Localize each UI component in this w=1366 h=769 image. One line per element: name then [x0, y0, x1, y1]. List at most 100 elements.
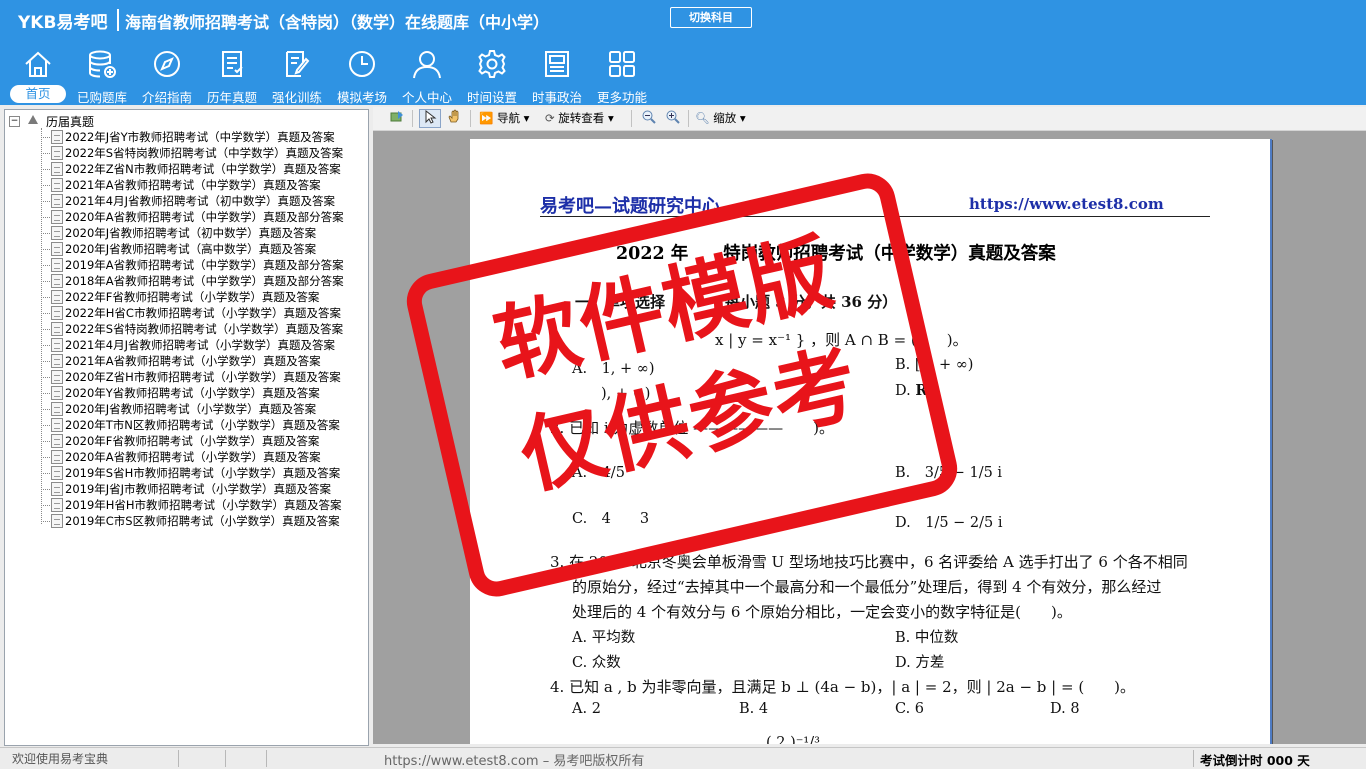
document-file-icon — [51, 434, 63, 448]
tree-connector — [41, 169, 50, 170]
nav-home-label: 首页 — [10, 85, 66, 103]
tree-item-label: 2021年A省教师招聘考试（中学数学）真题及答案 — [65, 178, 321, 192]
document-file-icon — [51, 274, 63, 288]
tree-item-label: 2019年S省H市教师招聘考试（小学数学）真题及答案 — [65, 466, 341, 480]
chevron-down-icon: ▾ — [607, 111, 614, 125]
tree-item-label: 2022年S省特岗教师招聘考试（中学数学）真题及答案 — [65, 146, 344, 160]
question-3-line-2: 的原始分，经过“去掉其中一个最高分和一个最低分”处理后，得到 4 个有效分，那么… — [572, 578, 1162, 596]
home-icon — [7, 48, 69, 84]
question-4-option-a: A. 2 — [572, 701, 601, 717]
document-file-icon — [51, 402, 63, 416]
chevron-down-icon: ▾ — [739, 111, 746, 125]
nav-intensive-training[interactable]: 强化训练 — [266, 48, 328, 105]
tree-connector — [41, 441, 50, 442]
nav-guide[interactable]: 介绍指南 — [136, 48, 198, 105]
zoom-in-icon[interactable] — [663, 109, 683, 128]
nav-more-functions-label: 更多功能 — [596, 90, 647, 105]
zoom-menu[interactable]: 🔍︎ 缩放 ▾ — [695, 109, 746, 128]
nav-personal-center[interactable]: 个人中心 — [396, 48, 458, 105]
switch-subject-button[interactable]: 切换科目 — [670, 7, 752, 28]
status-divider — [225, 750, 226, 767]
tree-item-label: 2019年H省H市教师招聘考试（小学数学）真题及答案 — [65, 498, 342, 512]
tree-item-label: 2020年A省教师招聘考试（小学数学）真题及答案 — [65, 450, 321, 464]
question-5-fragment: ( 2 )⁻¹/³ — [766, 735, 820, 744]
tree-connector — [41, 409, 50, 410]
tree-item-label: 2022年J省Y市教师招聘考试（中学数学）真题及答案 — [65, 130, 335, 144]
tree-item-label: 2022年F省教师招聘考试（小学数学）真题及答案 — [65, 290, 320, 304]
magnifier-icon: 🔍︎ — [695, 111, 710, 125]
document-file-icon — [51, 466, 63, 480]
rotate-icon: ⟳ — [545, 111, 555, 125]
export-icon[interactable] — [387, 109, 407, 128]
zoom-out-icon[interactable] — [639, 109, 659, 128]
tree-item-label: 2020年J省教师招聘考试（初中数学）真题及答案 — [65, 226, 317, 240]
hand-pan-icon[interactable] — [444, 109, 464, 128]
tree-item-label: 2021年4月J省教师招聘考试（初中数学）真题及答案 — [65, 194, 335, 208]
nav-time-settings-label: 时间设置 — [466, 90, 517, 105]
nav-current-affairs[interactable]: 时事政治 — [526, 48, 588, 105]
document-file-icon — [51, 194, 63, 208]
tree-item-label: 2020年J省教师招聘考试（小学数学）真题及答案 — [65, 402, 317, 416]
tree-guide-line — [41, 128, 42, 524]
tree-item-label: 2018年A省教师招聘考试（中学数学）真题及部分答案 — [65, 274, 344, 288]
paper-tree-panel: − 历届真题 2022年J省Y市教师招聘考试（中学数学）真题及答案 2022年S省… — [4, 109, 369, 746]
tree-item-label: 2022年Z省N市教师招聘考试（中学数学）真题及答案 — [65, 162, 341, 176]
nav-mock-exam[interactable]: 模拟考场 — [331, 48, 393, 105]
status-copyright: https://www.etest8.com – 易考吧版权所有 — [384, 754, 645, 769]
nav-time-settings[interactable]: 时间设置 — [461, 48, 523, 105]
tree-connector — [41, 281, 50, 282]
document-file-icon — [51, 354, 63, 368]
tree-root-label: 历届真题 — [46, 115, 95, 129]
nav-past-papers[interactable]: 历年真题 — [201, 48, 263, 105]
question-3-option-b: B. 中位数 — [895, 630, 959, 646]
document-file-icon — [51, 226, 63, 240]
document-file-icon — [51, 146, 63, 160]
status-welcome: 欢迎使用易考宝典 — [12, 752, 109, 766]
tree-connector — [41, 329, 50, 330]
navigate-icon: ⏩ — [479, 111, 494, 125]
navigate-menu[interactable]: ⏩ 导航 ▾ — [479, 109, 529, 128]
app-logo: YKB易考吧 — [18, 13, 108, 33]
edit-icon — [266, 48, 328, 84]
document-file-icon — [51, 370, 63, 384]
status-divider — [266, 750, 267, 767]
nav-more-functions[interactable]: 更多功能 — [591, 48, 653, 105]
document-file-icon — [51, 178, 63, 192]
toolbar-separator — [688, 110, 689, 127]
document-file-icon — [51, 210, 63, 224]
tree-item-label: 2020年A省教师招聘考试（中学数学）真题及部分答案 — [65, 210, 344, 224]
tree-connector — [41, 489, 50, 490]
tree-item-label: 2022年H省C市教师招聘考试（小学数学）真题及答案 — [65, 306, 341, 320]
tree-item-label: 2020年F省教师招聘考试（小学数学）真题及答案 — [65, 434, 320, 448]
tree-connector — [41, 233, 50, 234]
document-file-icon — [51, 418, 63, 432]
tree-connector — [41, 249, 50, 250]
tree-connector — [41, 185, 50, 186]
nav-guide-label: 介绍指南 — [141, 90, 192, 105]
rotate-view-menu[interactable]: ⟳ 旋转查看 ▾ — [545, 109, 614, 128]
database-icon — [71, 48, 133, 84]
select-cursor-icon[interactable] — [419, 109, 441, 128]
nav-personal-center-label: 个人中心 — [401, 90, 452, 105]
tree-connector — [41, 473, 50, 474]
document-file-icon — [51, 306, 63, 320]
doc-header-url: https://www.etest8.com — [969, 195, 1164, 213]
tree-item-label: 2020年J省教师招聘考试（高中数学）真题及答案 — [65, 242, 317, 256]
document-file-icon — [51, 482, 63, 496]
rotate-label: 旋转查看 — [558, 111, 605, 125]
tree-connector — [41, 217, 50, 218]
document-file-icon — [51, 162, 63, 176]
tree-item-label: 2020年Z省H市教师招聘考试（小学数学）真题及答案 — [65, 370, 341, 384]
tree-connector — [41, 201, 50, 202]
collapse-toggle-icon[interactable]: − — [9, 116, 20, 127]
toolbar-separator — [412, 110, 413, 127]
tree-connector — [41, 361, 50, 362]
chevron-down-icon: ▾ — [523, 111, 530, 125]
question-4-option-c: C. 6 — [895, 701, 925, 717]
tree-connector — [41, 313, 50, 314]
nav-purchased-banks[interactable]: 已购题库 — [71, 48, 133, 105]
folder-triangle-icon — [28, 115, 38, 124]
nav-home[interactable]: 首页 — [7, 48, 69, 104]
question-3-line-3: 处理后的 4 个有效分与 6 个原始分相比，一定会变小的数字特征是( )。 — [572, 603, 1072, 621]
document-file-icon — [51, 338, 63, 352]
